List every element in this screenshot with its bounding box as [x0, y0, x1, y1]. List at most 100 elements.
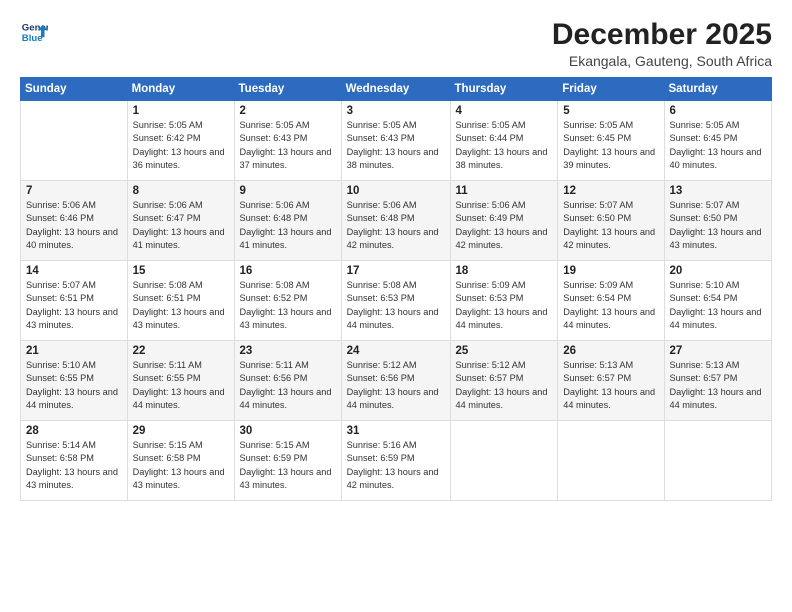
day-info: Sunrise: 5:07 AM Sunset: 6:51 PM Dayligh…	[26, 279, 122, 332]
day-number: 16	[240, 265, 336, 277]
calendar-cell: 3 Sunrise: 5:05 AM Sunset: 6:43 PM Daylig…	[341, 101, 450, 181]
calendar-day-header: Saturday	[664, 78, 772, 101]
day-number: 21	[26, 345, 122, 357]
calendar-cell: 10Sunrise: 5:06 AM Sunset: 6:48 PM Dayli…	[341, 181, 450, 261]
calendar-week-row: 28Sunrise: 5:14 AM Sunset: 6:58 PM Dayli…	[21, 421, 772, 501]
day-number: 27	[670, 345, 767, 357]
calendar-cell: 28Sunrise: 5:14 AM Sunset: 6:58 PM Dayli…	[21, 421, 128, 501]
calendar-cell: 14 Sunrise: 5:07 AM Sunset: 6:51 PM Dayli…	[21, 261, 128, 341]
calendar-cell: 17 Sunrise: 5:08 AM Sunset: 6:53 PM Dayli…	[341, 261, 450, 341]
calendar-cell: 30Sunrise: 5:15 AM Sunset: 6:59 PM Dayli…	[234, 421, 341, 501]
day-number: 10	[347, 185, 445, 197]
calendar-header-row: SundayMondayTuesdayWednesdayThursdayFrid…	[21, 78, 772, 101]
calendar-day-header: Wednesday	[341, 78, 450, 101]
calendar-cell: 8 Sunrise: 5:06 AM Sunset: 6:47 PM Daylig…	[127, 181, 234, 261]
day-number: 7	[26, 185, 122, 197]
day-number: 25	[456, 345, 553, 357]
calendar-cell: 13 Sunrise: 5:07 AM Sunset: 6:50 PM Dayli…	[664, 181, 772, 261]
page: General Blue December 2025 Ekangala, Gau…	[0, 0, 792, 612]
calendar-cell	[21, 101, 128, 181]
day-info: Sunrise: 5:06 AM Sunset: 6:46 PM Dayligh…	[26, 199, 122, 252]
day-info: Sunrise: 5:10 AM Sunset: 6:55 PM Dayligh…	[26, 359, 122, 412]
main-title: December 2025	[552, 18, 772, 51]
day-number: 22	[133, 345, 229, 357]
calendar-day-header: Sunday	[21, 78, 128, 101]
day-info: Sunrise: 5:09 AM Sunset: 6:54 PM Dayligh…	[563, 279, 658, 332]
calendar-week-row: 1Sunrise: 5:05 AM Sunset: 6:42 PM Daylig…	[21, 101, 772, 181]
day-number: 31	[347, 425, 445, 437]
day-info: Sunrise: 5:05 AM Sunset: 6:43 PM Dayligh…	[347, 119, 445, 172]
logo: General Blue	[20, 18, 48, 46]
day-number: 11	[456, 185, 553, 197]
calendar-week-row: 7 Sunrise: 5:06 AM Sunset: 6:46 PM Daylig…	[21, 181, 772, 261]
day-number: 12	[563, 185, 658, 197]
calendar-cell: 26Sunrise: 5:13 AM Sunset: 6:57 PM Dayli…	[558, 341, 664, 421]
calendar-cell: 7 Sunrise: 5:06 AM Sunset: 6:46 PM Daylig…	[21, 181, 128, 261]
day-number: 6	[670, 105, 767, 117]
calendar-cell: 11 Sunrise: 5:06 AM Sunset: 6:49 PM Dayli…	[450, 181, 558, 261]
day-info: Sunrise: 5:11 AM Sunset: 6:55 PM Dayligh…	[133, 359, 229, 412]
calendar-cell: 6 Sunrise: 5:05 AM Sunset: 6:45 PM Daylig…	[664, 101, 772, 181]
day-number: 13	[670, 185, 767, 197]
day-info: Sunrise: 5:11 AM Sunset: 6:56 PM Dayligh…	[240, 359, 336, 412]
calendar-cell: 31 Sunrise: 5:16 AM Sunset: 6:59 PM Dayli…	[341, 421, 450, 501]
svg-text:Blue: Blue	[22, 33, 43, 44]
calendar-day-header: Thursday	[450, 78, 558, 101]
day-number: 1	[133, 105, 229, 117]
calendar-cell: 15 Sunrise: 5:08 AM Sunset: 6:51 PM Dayli…	[127, 261, 234, 341]
calendar-cell: 2Sunrise: 5:05 AM Sunset: 6:43 PM Daylig…	[234, 101, 341, 181]
day-info: Sunrise: 5:10 AM Sunset: 6:54 PM Dayligh…	[670, 279, 767, 332]
calendar-cell: 21 Sunrise: 5:10 AM Sunset: 6:55 PM Dayli…	[21, 341, 128, 421]
calendar-cell: 25 Sunrise: 5:12 AM Sunset: 6:57 PM Dayli…	[450, 341, 558, 421]
calendar-week-row: 14 Sunrise: 5:07 AM Sunset: 6:51 PM Dayli…	[21, 261, 772, 341]
calendar-cell: 16Sunrise: 5:08 AM Sunset: 6:52 PM Dayli…	[234, 261, 341, 341]
calendar-cell: 27Sunrise: 5:13 AM Sunset: 6:57 PM Dayli…	[664, 341, 772, 421]
calendar-cell: 19Sunrise: 5:09 AM Sunset: 6:54 PM Dayli…	[558, 261, 664, 341]
calendar-cell: 18 Sunrise: 5:09 AM Sunset: 6:53 PM Dayli…	[450, 261, 558, 341]
calendar-cell	[558, 421, 664, 501]
day-info: Sunrise: 5:12 AM Sunset: 6:57 PM Dayligh…	[456, 359, 553, 412]
calendar: SundayMondayTuesdayWednesdayThursdayFrid…	[20, 77, 772, 501]
calendar-cell: 20 Sunrise: 5:10 AM Sunset: 6:54 PM Dayli…	[664, 261, 772, 341]
calendar-day-header: Monday	[127, 78, 234, 101]
calendar-cell: 5 Sunrise: 5:05 AM Sunset: 6:45 PM Daylig…	[558, 101, 664, 181]
day-number: 3	[347, 105, 445, 117]
calendar-cell	[450, 421, 558, 501]
day-number: 18	[456, 265, 553, 277]
calendar-cell	[664, 421, 772, 501]
calendar-cell: 22 Sunrise: 5:11 AM Sunset: 6:55 PM Dayli…	[127, 341, 234, 421]
day-number: 4	[456, 105, 553, 117]
day-info: Sunrise: 5:06 AM Sunset: 6:47 PM Dayligh…	[133, 199, 229, 252]
day-info: Sunrise: 5:06 AM Sunset: 6:49 PM Dayligh…	[456, 199, 553, 252]
calendar-cell: 1Sunrise: 5:05 AM Sunset: 6:42 PM Daylig…	[127, 101, 234, 181]
day-number: 20	[670, 265, 767, 277]
day-info: Sunrise: 5:07 AM Sunset: 6:50 PM Dayligh…	[670, 199, 767, 252]
logo-icon: General Blue	[20, 18, 48, 46]
calendar-day-header: Friday	[558, 78, 664, 101]
day-info: Sunrise: 5:05 AM Sunset: 6:45 PM Dayligh…	[670, 119, 767, 172]
calendar-cell: 12Sunrise: 5:07 AM Sunset: 6:50 PM Dayli…	[558, 181, 664, 261]
day-number: 24	[347, 345, 445, 357]
day-info: Sunrise: 5:13 AM Sunset: 6:57 PM Dayligh…	[563, 359, 658, 412]
day-number: 9	[240, 185, 336, 197]
calendar-cell: 4 Sunrise: 5:05 AM Sunset: 6:44 PM Daylig…	[450, 101, 558, 181]
day-number: 17	[347, 265, 445, 277]
day-number: 8	[133, 185, 229, 197]
day-info: Sunrise: 5:08 AM Sunset: 6:53 PM Dayligh…	[347, 279, 445, 332]
day-info: Sunrise: 5:15 AM Sunset: 6:58 PM Dayligh…	[133, 439, 229, 492]
day-number: 15	[133, 265, 229, 277]
title-area: December 2025 Ekangala, Gauteng, South A…	[552, 18, 772, 69]
header: General Blue December 2025 Ekangala, Gau…	[20, 18, 772, 69]
day-info: Sunrise: 5:12 AM Sunset: 6:56 PM Dayligh…	[347, 359, 445, 412]
day-number: 5	[563, 105, 658, 117]
day-number: 2	[240, 105, 336, 117]
day-info: Sunrise: 5:05 AM Sunset: 6:44 PM Dayligh…	[456, 119, 553, 172]
day-info: Sunrise: 5:08 AM Sunset: 6:51 PM Dayligh…	[133, 279, 229, 332]
day-number: 14	[26, 265, 122, 277]
day-info: Sunrise: 5:05 AM Sunset: 6:45 PM Dayligh…	[563, 119, 658, 172]
day-info: Sunrise: 5:09 AM Sunset: 6:53 PM Dayligh…	[456, 279, 553, 332]
calendar-cell: 9Sunrise: 5:06 AM Sunset: 6:48 PM Daylig…	[234, 181, 341, 261]
calendar-day-header: Tuesday	[234, 78, 341, 101]
calendar-cell: 29Sunrise: 5:15 AM Sunset: 6:58 PM Dayli…	[127, 421, 234, 501]
day-info: Sunrise: 5:16 AM Sunset: 6:59 PM Dayligh…	[347, 439, 445, 492]
